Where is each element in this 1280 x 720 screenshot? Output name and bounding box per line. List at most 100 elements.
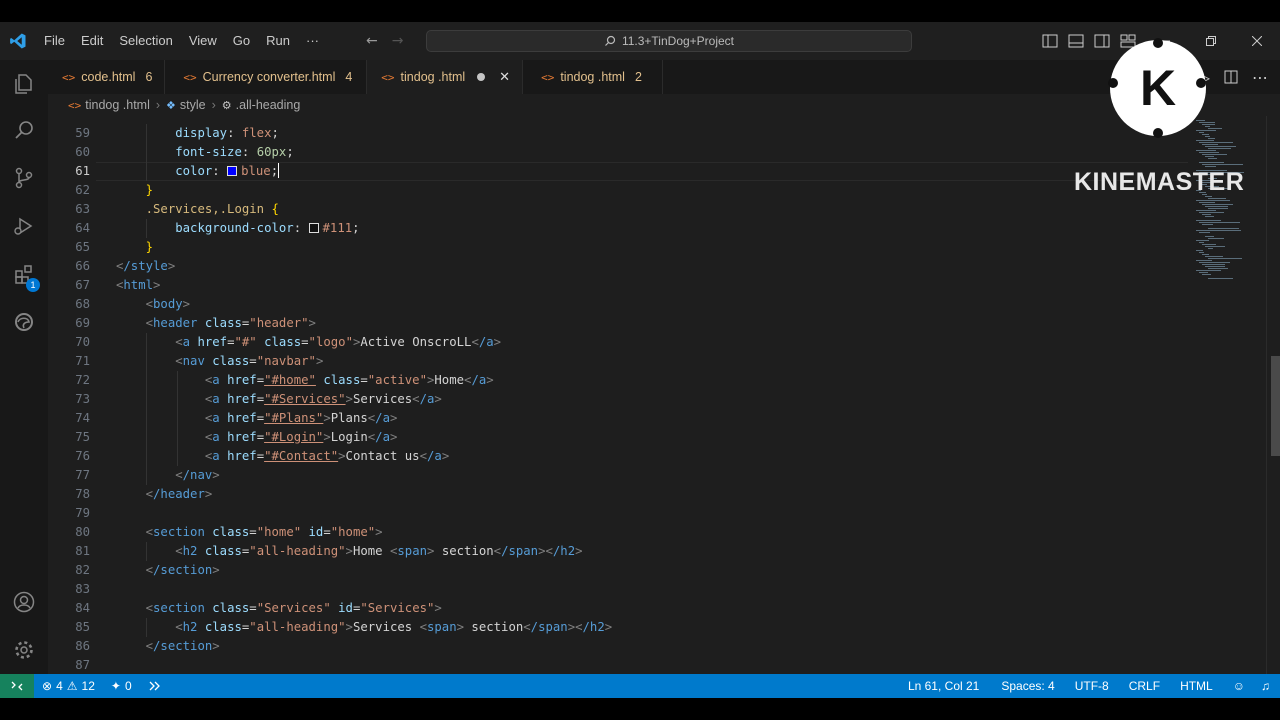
editor-scrollbar[interactable] <box>1266 116 1280 674</box>
code-line[interactable]: 72 <a href="#home" class="active">Home</… <box>48 371 1188 390</box>
line-number: 66 <box>75 259 90 273</box>
code-line[interactable]: 65 } <box>48 238 1188 257</box>
remote-indicator[interactable] <box>0 674 34 698</box>
code-line[interactable]: 62 } <box>48 181 1188 200</box>
code-text: </nav> <box>175 468 220 482</box>
code-text: } <box>145 183 154 197</box>
edge-devtools-icon[interactable] <box>0 300 48 344</box>
code-line[interactable]: 64 background-color: #111; <box>48 219 1188 238</box>
menu-go[interactable]: Go <box>225 22 258 60</box>
code-text: .Services,.Login { <box>145 202 279 216</box>
minimap-line <box>1199 222 1241 223</box>
breadcrumb-file[interactable]: tindog .html <box>85 98 150 112</box>
code-line[interactable]: 75 <a href="#Login">Login</a> <box>48 428 1188 447</box>
menu-selection[interactable]: Selection <box>111 22 180 60</box>
feedback-icon[interactable]: ☺ <box>1225 674 1253 698</box>
search-icon <box>605 35 616 46</box>
line-number: 70 <box>75 335 90 349</box>
menu-view[interactable]: View <box>181 22 225 60</box>
code-line[interactable]: 67 <html> <box>48 276 1188 295</box>
tab-label: tindog .html <box>560 70 625 84</box>
code-line[interactable]: 73 <a href="#Services">Services</a> <box>48 390 1188 409</box>
line-number: 68 <box>75 297 90 311</box>
code-line[interactable]: 70 <a href="#" class="logo">Active Onscr… <box>48 333 1188 352</box>
code-line[interactable]: 69 <header class="header"> <box>48 314 1188 333</box>
minimap[interactable] <box>1190 116 1266 674</box>
minimap-line <box>1208 238 1225 239</box>
minimap-line <box>1199 212 1225 213</box>
code-line[interactable]: 74 <a href="#Plans">Plans</a> <box>48 409 1188 428</box>
code-line[interactable]: 86 </section> <box>48 637 1188 656</box>
breadcrumb-element[interactable]: style <box>180 98 206 112</box>
line-number: 67 <box>75 278 90 292</box>
code-line[interactable]: 85 <h2 class="all-heading">Services <spa… <box>48 618 1188 637</box>
language-mode[interactable]: HTML <box>1172 674 1225 698</box>
tab-code-html[interactable]: <> code.html 6 <box>48 60 166 94</box>
code-line[interactable]: 77 </nav> <box>48 466 1188 485</box>
cursor-position[interactable]: Ln 61, Col 21 <box>900 674 993 698</box>
minimap-line <box>1205 206 1229 207</box>
command-center[interactable]: 11.3+TinDog+Project <box>426 30 912 52</box>
tab-tindog-2[interactable]: <> tindog .html 2 <box>523 60 663 94</box>
live-share-indicator[interactable] <box>140 674 169 698</box>
code-line[interactable]: 83 <box>48 580 1188 599</box>
code-line[interactable]: 79 <box>48 504 1188 523</box>
color-swatch[interactable] <box>227 166 238 176</box>
explorer-icon[interactable] <box>0 62 48 106</box>
code-line[interactable]: 59 display: flex; <box>48 124 1188 143</box>
code-line[interactable]: 80 <section class="home" id="home"> <box>48 523 1188 542</box>
code-line[interactable]: 63 .Services,.Login { <box>48 200 1188 219</box>
code-line[interactable]: 61 color: blue; <box>48 162 1188 181</box>
code-text: <header class="header"> <box>145 316 316 330</box>
indentation[interactable]: Spaces: 4 <box>993 674 1066 698</box>
menu-run[interactable]: Run <box>258 22 298 60</box>
code-line[interactable]: 87 <box>48 656 1188 674</box>
extensions-icon[interactable] <box>0 252 48 296</box>
code-line[interactable]: 60 font-size: 60px; <box>48 143 1188 162</box>
indent-guide <box>146 162 148 181</box>
settings-gear-icon[interactable] <box>0 628 48 672</box>
code-line[interactable]: 82 </section> <box>48 561 1188 580</box>
source-control-icon[interactable] <box>0 156 48 200</box>
color-swatch[interactable] <box>308 223 319 233</box>
code-line[interactable]: 68 <body> <box>48 295 1188 314</box>
minimap-line <box>1202 274 1211 275</box>
workspace-name: 11.3+TinDog+Project <box>621 34 735 48</box>
run-debug-icon[interactable] <box>0 204 48 248</box>
code-line[interactable]: 81 <h2 class="all-heading">Home <span> s… <box>48 542 1188 561</box>
code-text: display: flex; <box>175 126 279 140</box>
code-line[interactable]: 76 <a href="#Contact">Contact us</a> <box>48 447 1188 466</box>
code-line[interactable]: 84 <section class="Services" id="Service… <box>48 599 1188 618</box>
close-tab-icon[interactable]: ✕ <box>499 69 510 85</box>
indent-guide <box>176 371 178 390</box>
code-line[interactable]: 71 <nav class="navbar"> <box>48 352 1188 371</box>
indent-guide <box>176 447 178 466</box>
menu-file[interactable]: File <box>36 22 73 60</box>
accounts-icon[interactable] <box>0 580 48 624</box>
more-actions-icon[interactable]: ⋯ <box>1252 68 1268 87</box>
ports-indicator[interactable]: ✦ 0 <box>103 674 140 698</box>
code-line[interactable]: 66 </style> <box>48 257 1188 276</box>
encoding[interactable]: UTF-8 <box>1067 674 1121 698</box>
notifications-bell-icon[interactable]: ♫ <box>1253 674 1280 698</box>
tab-currency-converter[interactable]: <> Currency converter.html 4 <box>165 60 368 94</box>
breadcrumb-selector[interactable]: .all-heading <box>236 98 301 112</box>
menu-more[interactable]: ··· <box>298 22 327 60</box>
breadcrumb-selector-icon: ⚙ <box>221 99 232 112</box>
code-line[interactable]: 78 </header> <box>48 485 1188 504</box>
end-of-line[interactable]: CRLF <box>1121 674 1172 698</box>
back-arrow-icon[interactable]: ← <box>366 33 378 49</box>
indent-guide <box>146 124 148 143</box>
menu-edit[interactable]: Edit <box>73 22 111 60</box>
search-view-icon[interactable] <box>0 108 48 152</box>
toggle-primary-sidebar-icon[interactable] <box>1042 34 1058 48</box>
code-text: color: blue; <box>175 163 280 178</box>
indent-guide <box>176 428 178 447</box>
scrollbar-thumb[interactable] <box>1271 356 1280 456</box>
tab-tindog-active[interactable]: <> tindog .html ✕ <box>367 60 524 94</box>
code-text: </header> <box>145 487 213 501</box>
forward-arrow-icon[interactable]: → <box>392 33 404 49</box>
code-editor[interactable]: 59 display: flex; 60 font-size: 60px; 61 c… <box>48 116 1188 674</box>
problems-indicator[interactable]: ⊗ 4 ⚠ 12 <box>34 674 103 698</box>
line-number: 81 <box>75 544 90 558</box>
